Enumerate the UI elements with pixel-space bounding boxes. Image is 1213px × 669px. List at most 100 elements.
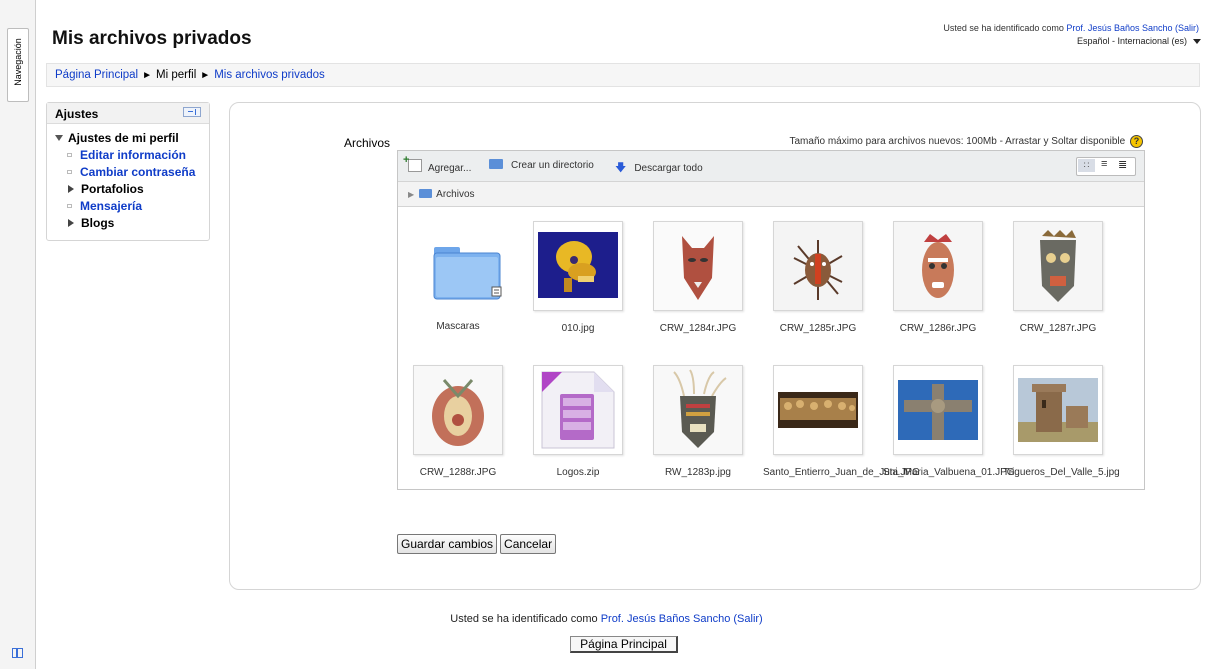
home-button[interactable]: Página Principal: [570, 636, 678, 653]
file-thumbnail: [893, 221, 983, 311]
path-root[interactable]: ▶ Archivos: [408, 189, 475, 200]
save-button[interactable]: Guardar cambios: [397, 534, 498, 554]
max-size-info: Tamaño máximo para archivos nuevos: 100M…: [789, 135, 1143, 148]
file-thumbnail: [653, 365, 743, 455]
mask-image-icon: [654, 366, 742, 454]
download-all-label: Descargar todo: [634, 163, 703, 174]
folder-icon: [433, 247, 502, 300]
file-manager-path: ▶ Archivos: [398, 182, 1144, 207]
file-thumbnail: [414, 221, 502, 309]
dock-block-icon[interactable]: [183, 107, 201, 117]
file-tile[interactable]: 010.jpg: [523, 221, 633, 335]
max-size-text: Tamaño máximo para archivos nuevos: 100M…: [789, 136, 1126, 148]
create-folder-button[interactable]: Crear un directorio: [489, 159, 594, 171]
add-file-label: Agregar...: [428, 163, 472, 174]
file-name: Logos.zip: [556, 467, 600, 478]
settings-item-change-password[interactable]: Cambiar contraseña: [67, 164, 209, 181]
zip-archive-icon: [541, 371, 615, 449]
file-tile[interactable]: CRW_1288r.JPG: [403, 365, 513, 479]
logout-link[interactable]: (Salir): [1175, 23, 1199, 33]
file-name: RW_1283p.jpg: [665, 467, 731, 478]
breadcrumb-home[interactable]: Página Principal: [55, 69, 138, 81]
breadcrumb: Página Principal ► Mi perfil ► Mis archivos …: [46, 63, 1200, 87]
file-name: Mascaras: [436, 321, 480, 332]
file-tile[interactable]: RW_1283p.jpg: [643, 365, 753, 479]
settings-section-label: Ajustes de mi perfil: [68, 131, 179, 145]
skull-image-icon: [538, 232, 618, 298]
add-file-button[interactable]: Agregar...: [403, 154, 472, 174]
navigation-tab[interactable]: Navegación: [7, 28, 29, 102]
chevron-down-icon: [1193, 39, 1201, 45]
new-folder-icon: [489, 159, 503, 169]
file-name: CRW_1287r.JPG: [1019, 323, 1097, 334]
file-thumbnail: [893, 365, 983, 455]
file-thumbnail: [773, 365, 863, 455]
file-thumbnail: [413, 365, 503, 455]
settings-item-label: Portafolios: [81, 182, 144, 196]
user-link[interactable]: Prof. Jesús Baños Sancho: [601, 613, 731, 625]
settings-item-label[interactable]: Mensajería: [80, 199, 142, 213]
language-selected: Español - Internacional (es): [1076, 36, 1187, 46]
file-name: Santo_Entierro_Juan_de_Juni.JPG: [763, 467, 920, 478]
navigation-dock: Navegación: [0, 0, 36, 669]
form-buttons: Guardar cambios Cancelar: [397, 534, 559, 554]
file-tile[interactable]: Logos.zip: [523, 365, 633, 479]
settings-item-label[interactable]: Editar información: [80, 148, 186, 162]
download-icon: 🡇: [615, 162, 627, 174]
file-thumbnail: [773, 221, 863, 311]
file-name: Trigueros_Del_Valle_5.jpg: [1003, 467, 1120, 478]
file-manager-toolbar: Agregar... Crear un directorio 🡇 Descarga…: [398, 151, 1144, 182]
file-tile[interactable]: CRW_1286r.JPG: [883, 221, 993, 335]
settings-block-header: Ajustes: [47, 103, 209, 124]
files-label: Archivos: [344, 136, 391, 150]
file-name: CRW_1284r.JPG: [659, 323, 737, 334]
bullet-icon: [67, 170, 72, 174]
settings-block-title: Ajustes: [55, 107, 99, 121]
create-folder-label: Crear un directorio: [511, 160, 594, 171]
cancel-button[interactable]: Cancelar: [500, 534, 557, 554]
breadcrumb-separator: ►: [142, 70, 153, 81]
settings-item-portfolios[interactable]: Portafolios: [67, 181, 209, 198]
file-tile[interactable]: CRW_1287r.JPG: [1003, 221, 1113, 335]
file-manager: Agregar... Crear un directorio 🡇 Descarga…: [397, 150, 1145, 490]
settings-block: Ajustes Ajustes de mi perfil Editar info…: [46, 102, 210, 241]
logout-link[interactable]: (Salir): [733, 613, 762, 625]
settings-item-label[interactable]: Cambiar contraseña: [80, 165, 195, 179]
file-tile[interactable]: Trigueros_Del_Valle_5.jpg: [1003, 365, 1120, 479]
list-view-button[interactable]: ≡: [1101, 158, 1107, 170]
dock-icon[interactable]: [12, 648, 23, 658]
login-info-top: Usted se ha identificado como Prof. Jesú…: [943, 23, 1199, 33]
add-file-icon: [403, 154, 422, 172]
file-thumbnail: [653, 221, 743, 311]
settings-item-messaging[interactable]: Mensajería: [67, 198, 209, 215]
login-prefix: Usted se ha identificado como: [943, 23, 1067, 33]
file-name: 010.jpg: [561, 323, 595, 334]
file-name: CRW_1288r.JPG: [419, 467, 497, 478]
icons-view-button[interactable]: ∷: [1078, 159, 1095, 172]
collapsed-icon: [68, 219, 74, 227]
file-tile[interactable]: CRW_1285r.JPG: [763, 221, 873, 335]
breadcrumb-current[interactable]: Mis archivos privados: [214, 69, 325, 81]
cross-image-icon: [894, 366, 982, 454]
page-title: Mis archivos privados: [52, 28, 252, 49]
language-select[interactable]: Español - Internacional (es): [1041, 36, 1201, 50]
download-all-button[interactable]: 🡇 Descargar todo: [615, 159, 703, 178]
settings-section[interactable]: Ajustes de mi perfil Editar información …: [55, 130, 209, 232]
tree-view-button[interactable]: ≣: [1118, 158, 1127, 171]
file-thumbnail: [533, 365, 623, 455]
help-icon[interactable]: ?: [1130, 135, 1143, 148]
folder-icon: [419, 189, 433, 198]
file-tile[interactable]: CRW_1284r.JPG: [643, 221, 753, 335]
settings-item-edit-profile[interactable]: Editar información: [67, 147, 209, 164]
collapsed-icon: [68, 185, 74, 193]
chevron-right-icon: ▶: [408, 190, 415, 199]
settings-item-blogs[interactable]: Blogs: [67, 215, 209, 232]
mask-image-icon: [654, 222, 742, 310]
file-tile[interactable]: Sta_Maria_Valbuena_01.JPG: [883, 365, 1015, 479]
sculpture-image-icon: [774, 366, 862, 454]
bullet-icon: [67, 204, 72, 208]
user-link[interactable]: Prof. Jesús Baños Sancho: [1066, 23, 1172, 33]
file-tile[interactable]: Santo_Entierro_Juan_de_Juni.JPG: [763, 365, 920, 479]
file-thumbnail: [533, 221, 623, 311]
file-tile[interactable]: Mascaras: [403, 221, 513, 333]
